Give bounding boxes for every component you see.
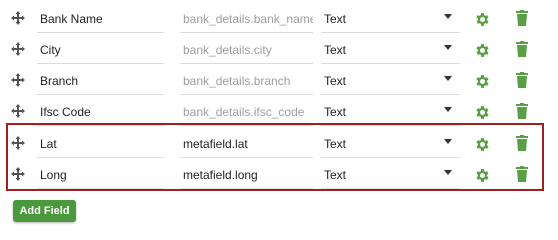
highlight-box — [6, 123, 544, 191]
drag-handle-icon[interactable] — [11, 11, 25, 25]
trash-icon[interactable] — [516, 10, 528, 26]
field-key-input[interactable]: bank_details.bank_name — [180, 6, 313, 33]
field-name-input[interactable]: Bank Name — [37, 6, 164, 33]
field-name-input[interactable]: City — [37, 37, 164, 64]
field-name-input[interactable]: Branch — [37, 68, 164, 95]
field-row: City bank_details.city Text — [0, 34, 558, 65]
trash-icon[interactable] — [516, 103, 528, 119]
drag-handle-icon[interactable] — [11, 42, 25, 56]
trash-icon[interactable] — [516, 72, 528, 88]
drag-handle-icon[interactable] — [11, 73, 25, 87]
field-key-input[interactable]: bank_details.city — [180, 37, 313, 64]
field-type-select[interactable]: Text — [321, 6, 460, 33]
trash-icon[interactable] — [516, 41, 528, 57]
field-row: Bank Name bank_details.bank_name Text — [0, 3, 558, 34]
gear-icon[interactable] — [474, 73, 491, 90]
gear-icon[interactable] — [474, 104, 491, 121]
field-key-input[interactable]: bank_details.branch — [180, 68, 313, 95]
field-type-select[interactable]: Text — [321, 37, 460, 64]
chevron-down-icon[interactable] — [444, 107, 452, 112]
field-row: Branch bank_details.branch Text — [0, 65, 558, 96]
gear-icon[interactable] — [474, 42, 491, 59]
field-type-select[interactable]: Text — [321, 99, 460, 126]
gear-icon[interactable] — [474, 11, 491, 28]
add-field-button[interactable]: Add Field — [13, 200, 76, 222]
chevron-down-icon[interactable] — [444, 76, 452, 81]
drag-handle-icon[interactable] — [11, 104, 25, 118]
chevron-down-icon[interactable] — [444, 14, 452, 19]
field-name-input[interactable]: Ifsc Code — [37, 99, 164, 126]
chevron-down-icon[interactable] — [444, 45, 452, 50]
field-key-input[interactable]: bank_details.ifsc_code — [180, 99, 313, 126]
field-type-select[interactable]: Text — [321, 68, 460, 95]
